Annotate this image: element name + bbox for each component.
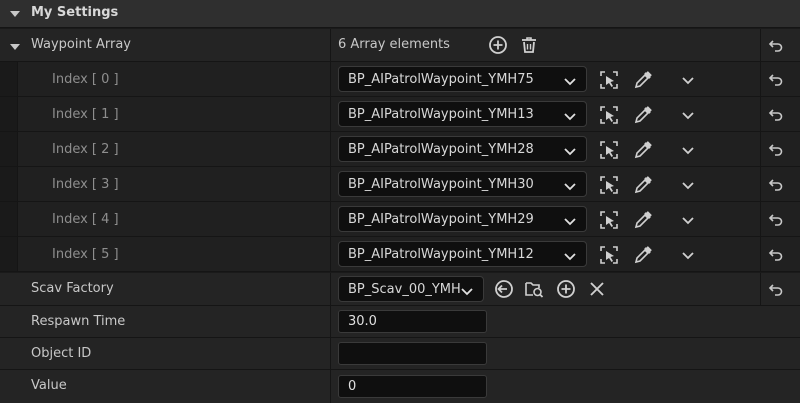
waypoint-value: BP_AIPatrolWaypoint_YMH30 <box>348 177 534 192</box>
waypoint-combo[interactable]: BP_AIPatrolWaypoint_YMH13 <box>338 101 587 127</box>
reset-arrow-icon[interactable] <box>768 177 784 193</box>
object-id-row: Object ID <box>0 338 800 370</box>
object-id-label: Object ID <box>31 346 92 361</box>
expand-triangle-icon[interactable] <box>9 41 21 56</box>
waypoint-value: BP_AIPatrolWaypoint_YMH13 <box>348 107 534 122</box>
reset-arrow-icon[interactable] <box>768 247 784 263</box>
expand-chevron-icon[interactable] <box>677 209 699 231</box>
waypoint-index-row: Index [ 3 ] BP_AIPatrolWaypoint_YMH30 <box>0 167 800 202</box>
value-row: Value 0 <box>0 370 800 403</box>
respawn-time-value: 30.0 <box>348 314 377 329</box>
eyedropper-icon[interactable] <box>632 174 654 196</box>
value-value: 0 <box>348 379 357 394</box>
array-count-text: 6 Array elements <box>338 37 450 52</box>
waypoint-index-label: Index [ 2 ] <box>52 142 119 157</box>
waypoint-combo[interactable]: BP_AIPatrolWaypoint_YMH28 <box>338 136 587 162</box>
browse-folder-icon[interactable] <box>523 278 545 300</box>
reset-arrow-icon[interactable] <box>768 38 784 54</box>
reset-arrow-icon[interactable] <box>768 107 784 123</box>
eyedropper-icon[interactable] <box>632 139 654 161</box>
select-actor-icon[interactable] <box>598 244 620 266</box>
eyedropper-icon[interactable] <box>632 244 654 266</box>
category-title: My Settings <box>31 5 119 20</box>
reset-arrow-icon[interactable] <box>768 282 784 298</box>
waypoint-array-label: Waypoint Array <box>31 37 131 52</box>
waypoint-value: BP_AIPatrolWaypoint_YMH12 <box>348 247 534 262</box>
reset-arrow-icon[interactable] <box>768 212 784 228</box>
waypoint-index-label: Index [ 5 ] <box>52 247 119 262</box>
waypoint-value: BP_AIPatrolWaypoint_YMH29 <box>348 212 534 227</box>
expand-chevron-icon[interactable] <box>677 139 699 161</box>
waypoint-index-row: Index [ 0 ] BP_AIPatrolWaypoint_YMH75 <box>0 62 800 97</box>
chevron-down-icon <box>564 215 576 230</box>
delete-all-trash-icon[interactable] <box>518 34 540 56</box>
waypoint-array-row: Waypoint Array 6 Array elements <box>0 29 800 62</box>
waypoint-combo[interactable]: BP_AIPatrolWaypoint_YMH30 <box>338 171 587 197</box>
object-id-input[interactable] <box>338 342 487 365</box>
use-selected-icon[interactable] <box>493 278 515 300</box>
expand-chevron-icon[interactable] <box>677 104 699 126</box>
waypoint-index-label: Index [ 1 ] <box>52 107 119 122</box>
waypoint-index-row: Index [ 4 ] BP_AIPatrolWaypoint_YMH29 <box>0 202 800 237</box>
select-actor-icon[interactable] <box>598 174 620 196</box>
add-element-icon[interactable] <box>487 34 509 56</box>
waypoint-index-label: Index [ 4 ] <box>52 212 119 227</box>
category-my-settings[interactable]: My Settings <box>0 0 800 28</box>
select-actor-icon[interactable] <box>598 69 620 91</box>
eyedropper-icon[interactable] <box>632 209 654 231</box>
select-actor-icon[interactable] <box>598 209 620 231</box>
chevron-down-icon <box>564 180 576 195</box>
respawn-time-label: Respawn Time <box>31 314 126 329</box>
select-actor-icon[interactable] <box>598 139 620 161</box>
respawn-time-row: Respawn Time 30.0 <box>0 306 800 338</box>
waypoint-value: BP_AIPatrolWaypoint_YMH28 <box>348 142 534 157</box>
value-input[interactable]: 0 <box>338 375 487 398</box>
reset-arrow-icon[interactable] <box>768 72 784 88</box>
add-plus-circle-icon[interactable] <box>555 278 577 300</box>
value-label: Value <box>31 378 67 393</box>
scav-factory-row: Scav Factory BP_Scav_00_YMH <box>0 273 800 306</box>
eyedropper-icon[interactable] <box>632 69 654 91</box>
expand-chevron-icon[interactable] <box>677 174 699 196</box>
waypoint-index-row: Index [ 5 ] BP_AIPatrolWaypoint_YMH12 <box>0 237 800 272</box>
scav-factory-combo[interactable]: BP_Scav_00_YMH <box>338 276 484 302</box>
waypoint-index-label: Index [ 0 ] <box>52 72 119 87</box>
select-actor-icon[interactable] <box>598 104 620 126</box>
scav-factory-value: BP_Scav_00_YMH <box>348 282 461 297</box>
respawn-time-input[interactable]: 30.0 <box>338 310 487 333</box>
clear-close-icon[interactable] <box>586 278 608 300</box>
waypoint-combo[interactable]: BP_AIPatrolWaypoint_YMH12 <box>338 241 587 267</box>
waypoint-index-label: Index [ 3 ] <box>52 177 119 192</box>
scav-factory-label: Scav Factory <box>31 281 114 296</box>
waypoint-combo[interactable]: BP_AIPatrolWaypoint_YMH29 <box>338 206 587 232</box>
waypoint-combo[interactable]: BP_AIPatrolWaypoint_YMH75 <box>338 66 587 92</box>
expand-chevron-icon[interactable] <box>677 69 699 91</box>
chevron-down-icon <box>564 145 576 160</box>
expand-chevron-icon[interactable] <box>677 244 699 266</box>
waypoint-index-row: Index [ 1 ] BP_AIPatrolWaypoint_YMH13 <box>0 97 800 132</box>
chevron-down-icon <box>564 250 576 265</box>
waypoint-index-row: Index [ 2 ] BP_AIPatrolWaypoint_YMH28 <box>0 132 800 167</box>
waypoint-value: BP_AIPatrolWaypoint_YMH75 <box>348 72 534 87</box>
eyedropper-icon[interactable] <box>632 104 654 126</box>
collapse-triangle-icon[interactable] <box>9 8 21 23</box>
reset-arrow-icon[interactable] <box>768 142 784 158</box>
chevron-down-icon <box>564 110 576 125</box>
chevron-down-icon <box>564 75 576 90</box>
chevron-down-icon <box>461 285 473 300</box>
